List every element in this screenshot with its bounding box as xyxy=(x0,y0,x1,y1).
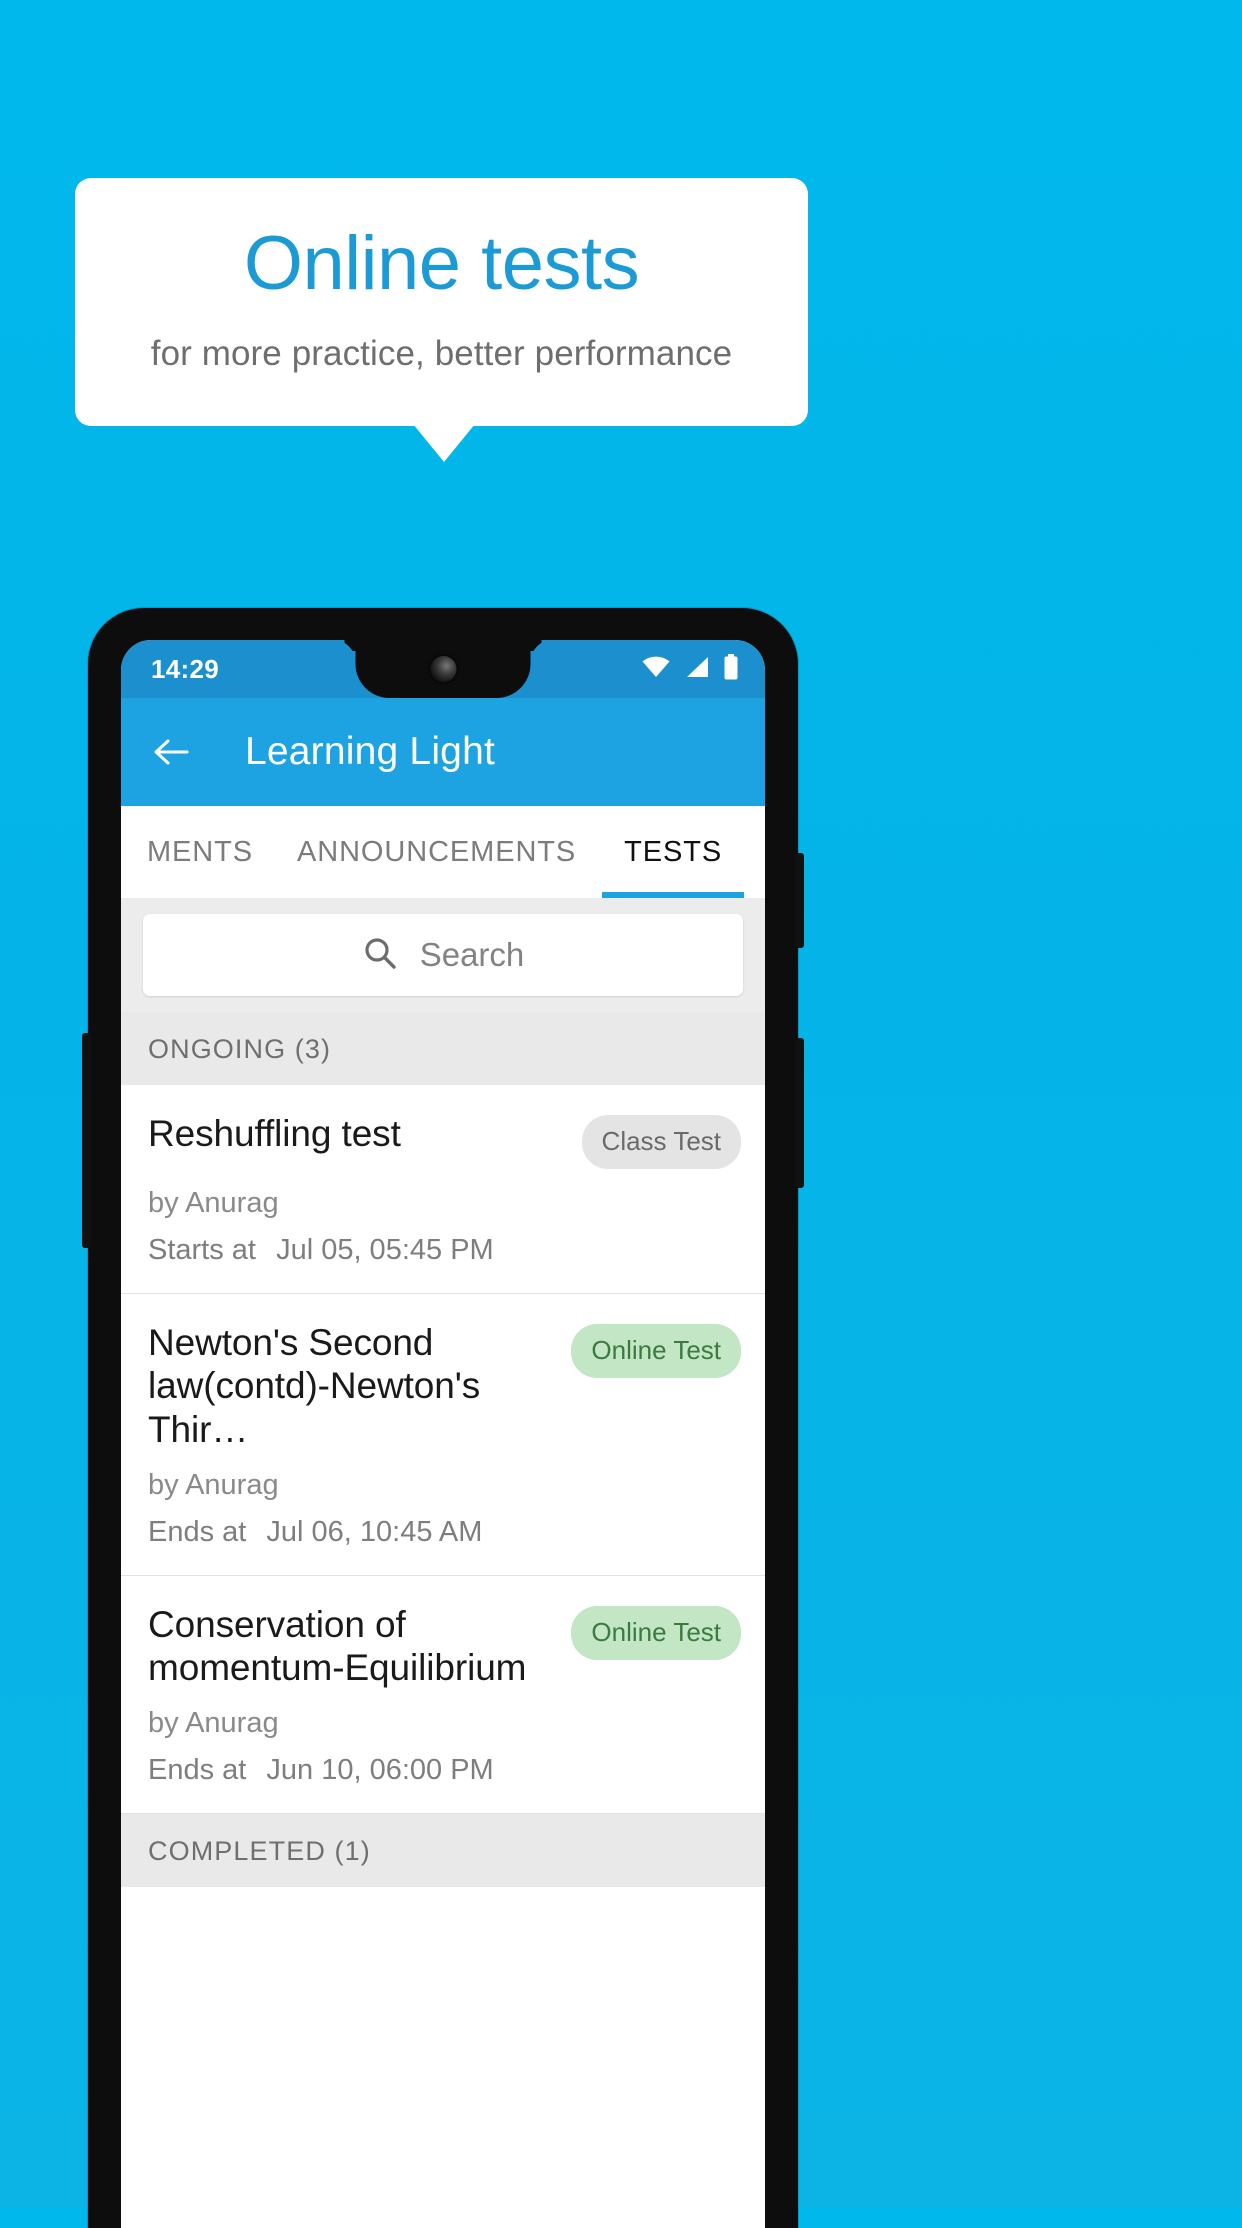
test-type-badge: Online Test xyxy=(571,1324,741,1378)
battery-icon xyxy=(723,653,739,685)
promo-card-tail xyxy=(413,424,475,462)
search-placeholder: Search xyxy=(419,936,525,973)
back-arrow-icon[interactable] xyxy=(149,730,193,774)
signal-icon xyxy=(684,655,710,684)
test-item-header: Conservation of momentum-Equilibrium Onl… xyxy=(148,1603,741,1690)
test-title: Newton's Second law(contd)-Newton's Thir… xyxy=(148,1322,481,1450)
search-icon xyxy=(362,935,398,976)
promo-subtitle: for more practice, better performance xyxy=(150,334,733,373)
test-type-badge: Online Test xyxy=(571,1605,741,1660)
search-input[interactable]: Search xyxy=(143,914,743,996)
promo-card: Online tests for more practice, better p… xyxy=(75,178,808,426)
phone-volume-button xyxy=(795,853,804,948)
app-bar: Learning Light xyxy=(121,698,765,806)
test-schedule-value: Jun 10, 06:00 PM xyxy=(266,1754,494,1787)
search-bar-container: Search xyxy=(121,898,765,1012)
test-schedule-label: Ends at xyxy=(148,1515,247,1548)
test-title: Reshuffling test xyxy=(148,1113,401,1154)
app-bar-title: Learning Light xyxy=(245,730,495,773)
tab-assignments[interactable]: MENTS xyxy=(121,806,279,898)
test-author: by Anurag xyxy=(148,1468,279,1501)
status-bar-clock: 14:29 xyxy=(151,653,219,684)
wifi-icon xyxy=(641,655,671,684)
test-item-header: Newton's Second law(contd)-Newton's Thir… xyxy=(148,1321,741,1451)
test-list-item[interactable]: Newton's Second law(contd)-Newton's Thir… xyxy=(121,1294,765,1576)
tab-bar: MENTS ANNOUNCEMENTS TESTS VIDEOS xyxy=(121,806,765,898)
front-camera-icon xyxy=(430,656,456,682)
test-list-item[interactable]: Conservation of momentum-Equilibrium Onl… xyxy=(121,1575,765,1815)
test-schedule: Ends at Jun 10, 06:00 PM xyxy=(148,1754,741,1787)
test-schedule-label: Ends at xyxy=(148,1754,247,1787)
test-schedule: Starts at Jul 05, 05:45 PM xyxy=(148,1234,741,1267)
phone-mockup: 14:29 Learning Light MENTS ANNOUNCEMENTS… xyxy=(82,608,804,2228)
phone-screen: 14:29 Learning Light MENTS ANNOUNCEMENTS… xyxy=(121,640,765,2228)
test-schedule: Ends at Jul 06, 10:45 AM xyxy=(148,1516,741,1549)
test-schedule-value: Jul 05, 05:45 PM xyxy=(276,1234,494,1266)
phone-power-button xyxy=(795,1038,804,1188)
test-item-header: Reshuffling test Class Test xyxy=(148,1112,741,1169)
test-type-badge: Class Test xyxy=(581,1115,741,1169)
phone-side-button-left xyxy=(82,1033,91,1248)
tab-tests[interactable]: TESTS xyxy=(602,806,745,898)
test-schedule-label: Starts at xyxy=(148,1234,256,1266)
test-schedule-value: Jul 06, 10:45 AM xyxy=(266,1515,483,1548)
tab-announcements[interactable]: ANNOUNCEMENTS xyxy=(279,806,602,898)
tab-videos[interactable]: VIDEOS xyxy=(744,806,765,898)
status-bar-icons xyxy=(641,653,739,685)
test-list-item[interactable]: Reshuffling test Class Test by Anurag St… xyxy=(121,1085,765,1294)
promo-title: Online tests xyxy=(243,221,640,306)
phone-notch xyxy=(355,640,531,698)
tests-panel: Search ONGOING (3) Reshuffling test Clas… xyxy=(121,898,765,1888)
test-title: Conservation of momentum-Equilibrium xyxy=(148,1603,527,1689)
section-header-ongoing: ONGOING (3) xyxy=(121,1012,765,1085)
test-author: by Anurag xyxy=(148,1187,279,1219)
section-header-completed: COMPLETED (1) xyxy=(121,1814,765,1888)
test-author: by Anurag xyxy=(148,1707,279,1740)
